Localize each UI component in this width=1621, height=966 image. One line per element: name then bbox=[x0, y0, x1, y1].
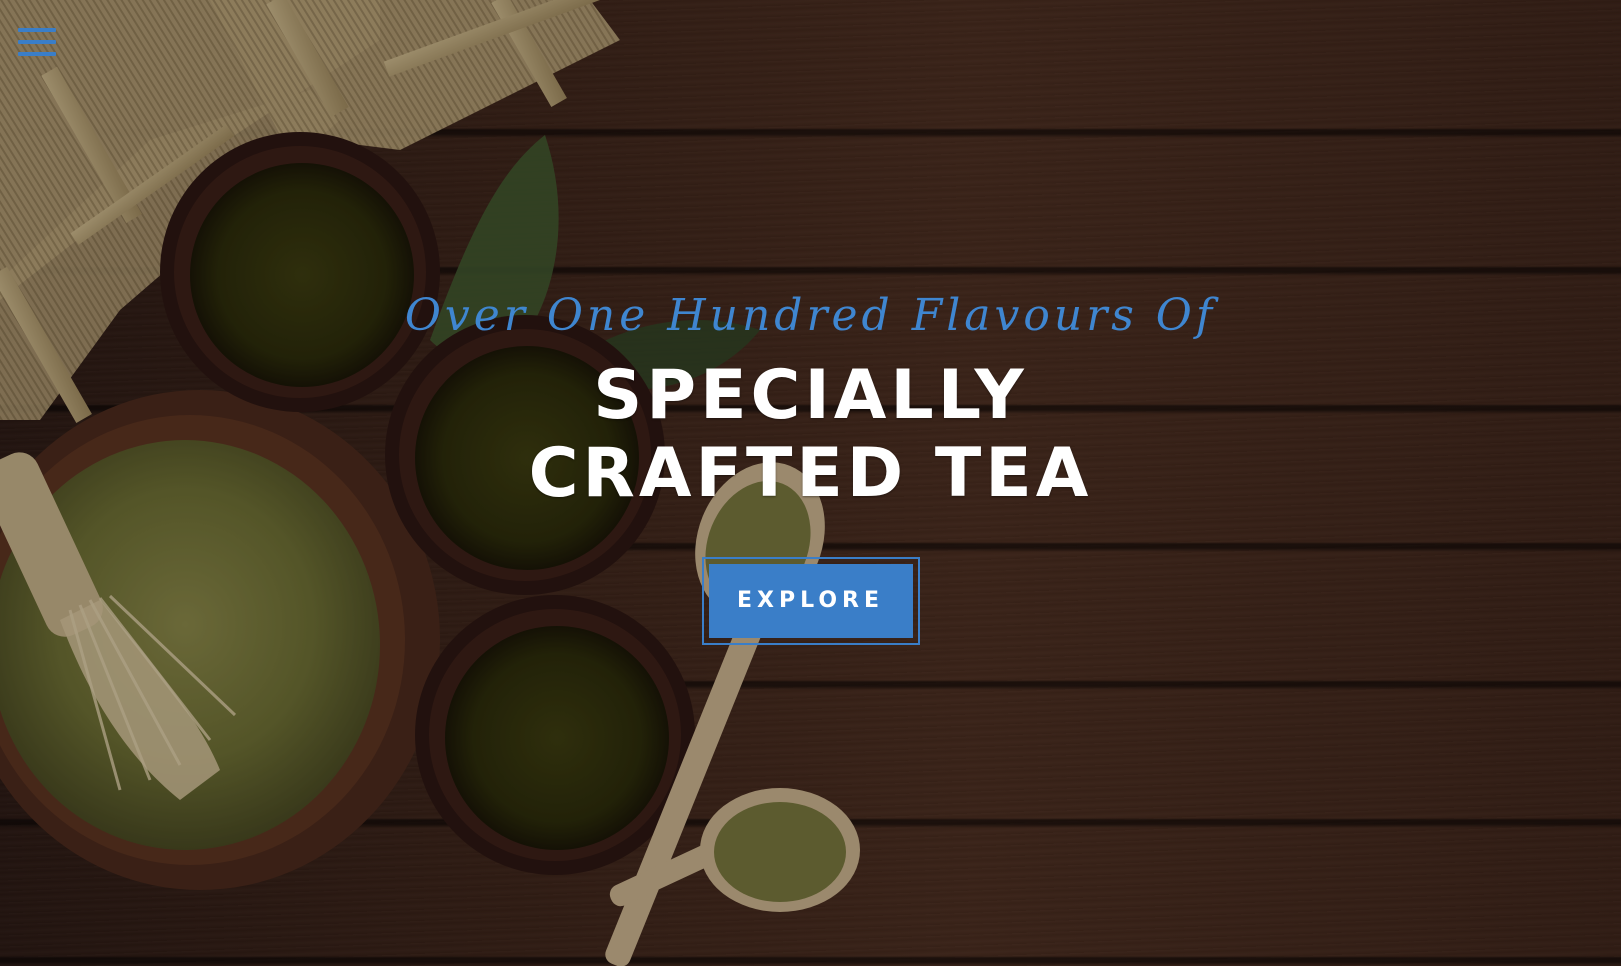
menu-bar bbox=[18, 52, 56, 56]
menu-bar bbox=[18, 40, 56, 44]
hero-headline: SPECIALLY CRAFTED TEA bbox=[0, 355, 1621, 513]
hero-section: Over One Hundred Flavours Of SPECIALLY C… bbox=[0, 0, 1621, 966]
explore-button-frame: EXPLORE bbox=[701, 556, 920, 645]
headline-line-2: CRAFTED TEA bbox=[528, 433, 1093, 513]
hero-content: Over One Hundred Flavours Of SPECIALLY C… bbox=[0, 290, 1621, 645]
explore-button[interactable]: EXPLORE bbox=[708, 563, 913, 638]
headline-line-1: SPECIALLY bbox=[593, 355, 1028, 435]
hero-tagline: Over One Hundred Flavours Of bbox=[404, 290, 1217, 341]
menu-bar bbox=[18, 28, 56, 32]
hamburger-menu-icon[interactable] bbox=[18, 26, 56, 62]
